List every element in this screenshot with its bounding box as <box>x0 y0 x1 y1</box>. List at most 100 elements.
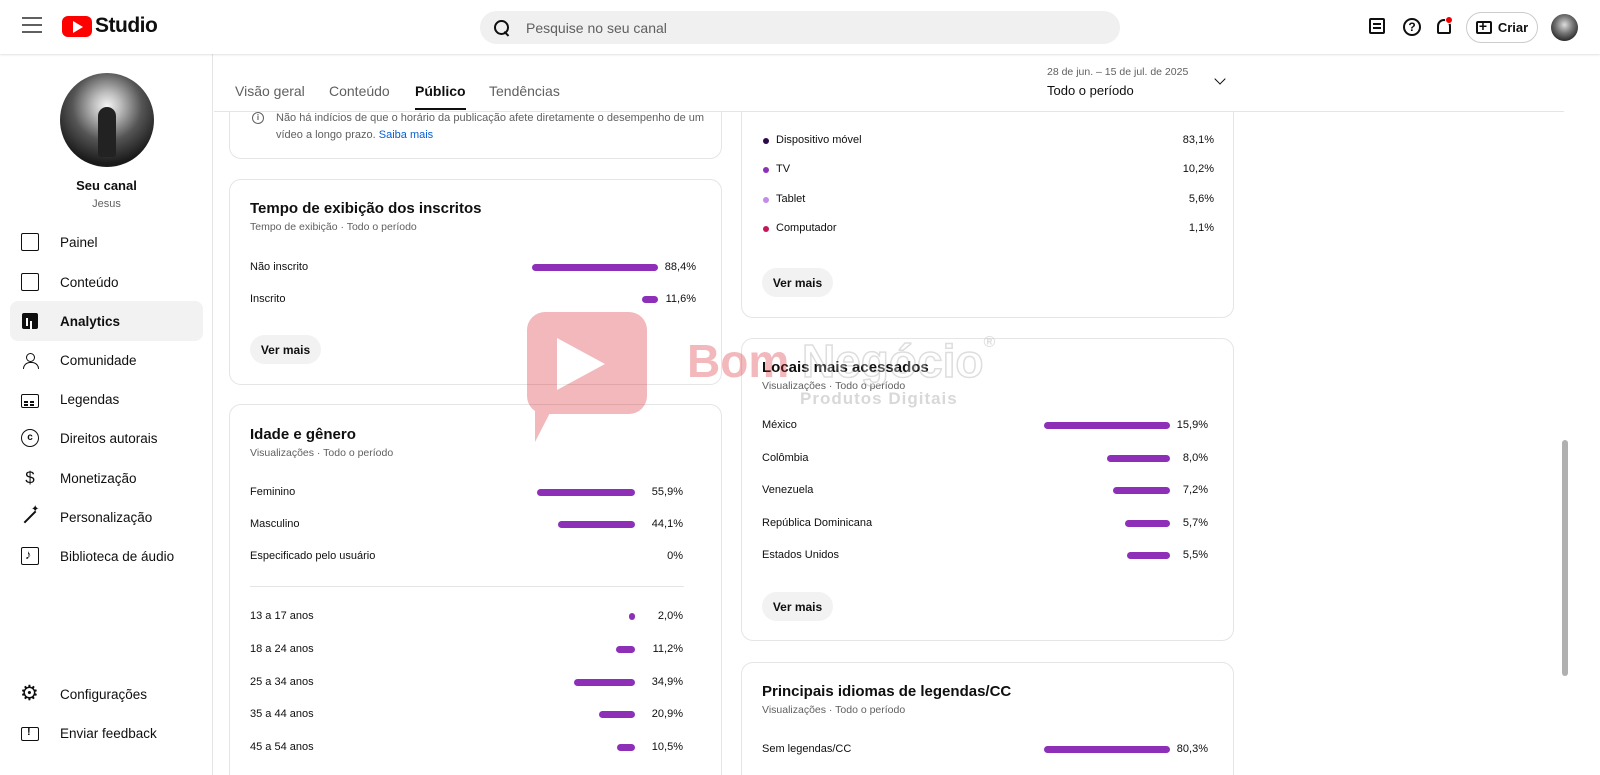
feedback-icon <box>21 726 39 741</box>
legend-dot <box>763 226 769 232</box>
publish-info-text: Não há indícios de que o horário da publ… <box>276 112 705 141</box>
row-value: 11,2% <box>652 643 683 655</box>
sidebar: Seu canal Jesus Painel Conteúdo Analytic… <box>0 54 213 775</box>
page-scrollbar[interactable] <box>1562 440 1568 676</box>
row-value: 20,9% <box>651 708 683 720</box>
row-value: 10,2% <box>1182 163 1214 175</box>
card-title: Principais idiomas de legendas/CC <box>762 683 1012 700</box>
sidebar-item-conteudo[interactable]: Conteúdo <box>10 262 203 302</box>
row-label: República Dominicana <box>762 517 873 529</box>
search-bar[interactable] <box>480 11 1120 44</box>
row-label: Tablet <box>776 193 806 205</box>
row-label: Masculino <box>250 518 300 530</box>
help-icon[interactable]: ? <box>1401 16 1423 38</box>
row-value: 34,9% <box>651 676 683 688</box>
video-plus-icon <box>1475 18 1492 34</box>
row-label: TV <box>776 163 791 175</box>
tab-conteudo[interactable]: Conteúdo <box>329 83 390 99</box>
card-subtitle: Tempo de exibição · Todo o período <box>250 221 417 233</box>
see-more-button[interactable]: Ver mais <box>762 268 833 297</box>
chevron-down-icon[interactable] <box>1214 74 1226 86</box>
sidebar-item-label: Monetização <box>60 470 137 486</box>
sidebar-item-label: Personalização <box>60 509 153 525</box>
sidebar-item-biblioteca-de-audio[interactable]: Biblioteca de áudio <box>10 536 203 576</box>
account-avatar[interactable] <box>1551 14 1578 41</box>
dashboard-icon <box>21 233 39 251</box>
tab-tendencias[interactable]: Tendências <box>489 83 560 99</box>
sidebar-item-direitos-autorais[interactable]: c Direitos autorais <box>10 418 203 458</box>
sidebar-item-painel[interactable]: Painel <box>10 222 203 262</box>
row-label: Venezuela <box>762 484 814 496</box>
row-label: Inscrito <box>250 293 286 305</box>
row-label: Estados Unidos <box>762 549 840 561</box>
sidebar-item-personalizacao[interactable]: Personalização <box>10 497 203 537</box>
notifications-bell-icon[interactable] <box>1433 16 1455 38</box>
row-label: 13 a 17 anos <box>250 610 314 622</box>
bar-nao-inscrito <box>532 264 658 271</box>
row-label: Sem legendas/CC <box>762 743 852 755</box>
row-label: 25 a 34 anos <box>250 676 314 688</box>
monetization-icon: $ <box>25 468 35 487</box>
sidebar-item-analytics[interactable]: Analytics <box>10 301 203 341</box>
top-locations-card: Locais mais acessados Visualizações · To… <box>741 338 1234 641</box>
row-value: 55,9% <box>651 486 683 498</box>
content-icon <box>21 273 39 291</box>
row-value: 5,6% <box>1188 193 1214 205</box>
channel-avatar[interactable] <box>60 73 154 167</box>
youtube-studio-logo[interactable]: Studio <box>62 14 158 38</box>
sidebar-item-label: Biblioteca de áudio <box>60 548 175 564</box>
menu-icon[interactable] <box>22 17 42 35</box>
sidebar-item-label: Analytics <box>60 313 121 329</box>
see-more-button[interactable]: Ver mais <box>762 592 833 621</box>
date-period-selector[interactable]: Todo o período <box>1047 83 1134 98</box>
subtitle-languages-card: Principais idiomas de legendas/CC Visual… <box>741 662 1234 775</box>
sidebar-item-configuracoes[interactable]: Configurações <box>10 674 203 714</box>
sidebar-item-legendas[interactable]: Legendas <box>10 379 203 419</box>
learn-more-link[interactable]: Saiba mais <box>379 129 433 141</box>
sidebar-item-monetizacao[interactable]: $ Monetização <box>10 458 203 498</box>
bar-feminino <box>537 489 635 496</box>
customization-icon <box>21 504 39 526</box>
bar-mexico <box>1044 422 1170 429</box>
row-value: 11,6% <box>665 293 696 305</box>
bar-sem-legendas <box>1044 746 1170 753</box>
legend-dot <box>763 167 769 173</box>
sidebar-item-enviar-feedback[interactable]: Enviar feedback <box>10 713 203 753</box>
sidebar-item-label: Conteúdo <box>60 274 119 290</box>
row-label: Não inscrito <box>250 261 309 273</box>
publish-time-card: i Não há indícios de que o horário da pu… <box>229 112 722 159</box>
create-button[interactable]: Criar <box>1466 12 1538 43</box>
settings-icon <box>20 681 39 706</box>
sidebar-item-label: Legendas <box>60 391 120 407</box>
search-input[interactable] <box>526 19 1086 36</box>
row-label: Feminino <box>250 486 296 498</box>
row-value: 88,4% <box>664 261 696 273</box>
tab-visao-geral[interactable]: Visão geral <box>235 83 305 99</box>
row-label: Especificado pelo usuário <box>250 550 376 562</box>
legend-dot <box>763 138 769 144</box>
sidebar-item-label: Comunidade <box>60 352 137 368</box>
see-more-button[interactable]: Ver mais <box>250 335 321 364</box>
date-range-label[interactable]: 28 de jun. – 15 de jul. de 2025 <box>1047 66 1188 78</box>
tab-publico[interactable]: Público <box>415 83 466 110</box>
analytics-icon <box>21 312 39 330</box>
copyright-icon: c <box>21 429 39 447</box>
audio-library-icon <box>21 547 39 565</box>
row-label: 35 a 44 anos <box>250 708 314 720</box>
row-value: 5,7% <box>1182 517 1208 529</box>
row-value: 80,3% <box>1176 743 1208 755</box>
bar-age-25-34 <box>574 679 635 686</box>
comments-icon[interactable] <box>1367 16 1389 38</box>
youtube-logo-icon <box>62 15 92 37</box>
bar-age-35-44 <box>599 711 635 718</box>
card-subtitle: Visualizações · Todo o período <box>762 704 906 716</box>
card-subtitle: Visualizações · Todo o período <box>250 447 394 459</box>
channel-handle: Jesus <box>92 198 121 210</box>
info-icon: i <box>252 112 264 124</box>
row-label: Dispositivo móvel <box>776 134 862 146</box>
sidebar-item-comunidade[interactable]: Comunidade <box>10 340 203 380</box>
row-value: 7,2% <box>1182 484 1208 496</box>
legend-dot <box>763 197 769 203</box>
row-label: Computador <box>776 222 837 234</box>
row-label: México <box>762 419 797 431</box>
